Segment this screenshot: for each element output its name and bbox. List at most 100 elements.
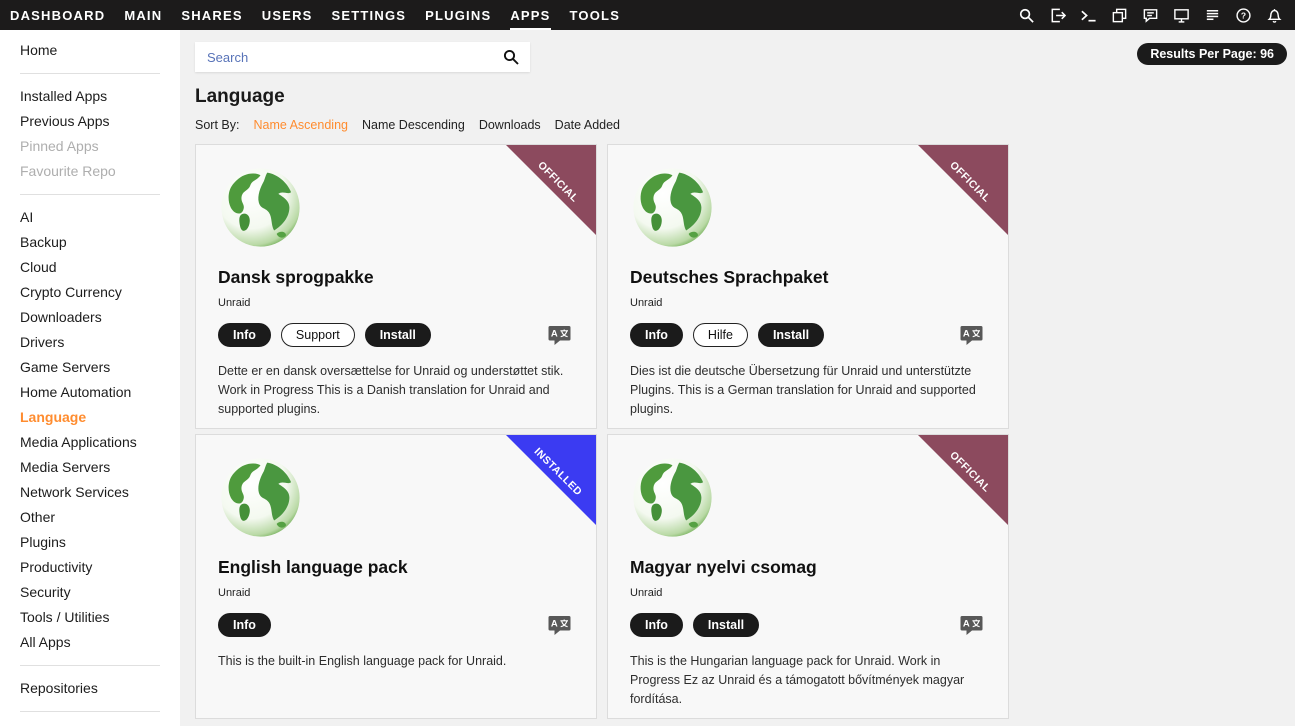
install-button[interactable]: Install: [365, 323, 431, 347]
app-description: Dies ist die deutsche Übersetzung für Un…: [630, 362, 988, 418]
sidebar-divider: [20, 73, 160, 74]
app-title[interactable]: Magyar nyelvi csomag: [630, 557, 988, 578]
app-description: Dette er en dansk oversættelse for Unrai…: [218, 362, 576, 418]
sidebar-divider: [20, 665, 160, 666]
official-ribbon: OFFICIAL: [918, 435, 1008, 525]
nav-item-dashboard[interactable]: DASHBOARD: [10, 0, 105, 30]
svg-text:?: ?: [1241, 10, 1246, 20]
sidebar-item-tools-utilities[interactable]: Tools / Utilities: [0, 605, 180, 630]
search-icon[interactable]: [1018, 7, 1035, 24]
sort-bar: Sort By: Name AscendingName DescendingDo…: [195, 118, 1289, 132]
app-author: Unraid: [218, 587, 576, 599]
app-title[interactable]: Deutsches Sprachpaket: [630, 267, 988, 288]
hilfe-button[interactable]: Hilfe: [693, 323, 748, 347]
sort-option-name-ascending[interactable]: Name Ascending: [253, 118, 348, 132]
info-button[interactable]: Info: [630, 613, 683, 637]
translate-icon: A: [547, 614, 572, 636]
info-button[interactable]: Info: [218, 613, 271, 637]
app-card-dansk-sprogpakke: OFFICIALDansk sprogpakkeUnraidInfoSuppor…: [195, 144, 597, 429]
copy-icon[interactable]: [1111, 7, 1128, 24]
svg-text:A: A: [963, 619, 970, 630]
sidebar-item-crypto-currency[interactable]: Crypto Currency: [0, 280, 180, 305]
official-ribbon: OFFICIAL: [918, 145, 1008, 235]
app-card-magyar-nyelvi-csomag: OFFICIALMagyar nyelvi csomagUnraidInfoIn…: [607, 434, 1009, 719]
search-icon[interactable]: [502, 48, 520, 66]
app-title[interactable]: English language pack: [218, 557, 576, 578]
sidebar-item-favourite-repo: Favourite Repo: [0, 159, 180, 184]
sidebar-item-drivers[interactable]: Drivers: [0, 330, 180, 355]
nav-item-shares[interactable]: SHARES: [181, 0, 242, 30]
globe-icon[interactable]: [218, 165, 303, 250]
app-description: This is the Hungarian language pack for …: [630, 652, 988, 708]
logout-icon[interactable]: [1049, 7, 1066, 24]
sidebar-item-media-servers[interactable]: Media Servers: [0, 455, 180, 480]
sidebar-item-productivity[interactable]: Productivity: [0, 555, 180, 580]
translate-icon: A: [547, 324, 572, 346]
sidebar-item-ai[interactable]: AI: [0, 205, 180, 230]
sidebar-item-network-services[interactable]: Network Services: [0, 480, 180, 505]
info-button[interactable]: Info: [218, 323, 271, 347]
sidebar-item-backup[interactable]: Backup: [0, 230, 180, 255]
results-per-page-badge[interactable]: Results Per Page: 96: [1137, 43, 1287, 65]
app-author: Unraid: [218, 297, 576, 309]
sidebar-item-cloud[interactable]: Cloud: [0, 255, 180, 280]
nav-item-plugins[interactable]: PLUGINS: [425, 0, 491, 30]
sidebar-divider: [20, 194, 160, 195]
nav-menu: DASHBOARD MAIN SHARES USERS SETTINGS PLUGINS A…: [10, 0, 620, 30]
translate-icon: A: [959, 324, 984, 346]
globe-icon[interactable]: [630, 165, 715, 250]
nav-item-users[interactable]: USERS: [262, 0, 313, 30]
nav-item-tools[interactable]: TOOLS: [570, 0, 621, 30]
sidebar-item-media-applications[interactable]: Media Applications: [0, 430, 180, 455]
translate-icon: A: [959, 614, 984, 636]
sidebar-item-other[interactable]: Other: [0, 505, 180, 530]
sidebar-item-all-apps[interactable]: All Apps: [0, 630, 180, 655]
terminal-icon[interactable]: [1080, 7, 1097, 24]
sort-option-name-descending[interactable]: Name Descending: [362, 118, 465, 132]
ribbon-label: OFFICIAL: [922, 144, 1009, 230]
app-actions: Info A: [218, 613, 576, 637]
ribbon-label: INSTALLED: [510, 434, 597, 520]
sidebar-item-language[interactable]: Language: [0, 405, 180, 430]
sidebar-item-repositories[interactable]: Repositories: [0, 676, 180, 701]
sidebar-item-previous-apps[interactable]: Previous Apps: [0, 109, 180, 134]
nav-icons: ?: [1018, 7, 1283, 24]
page-layout: HomeInstalled AppsPrevious AppsPinned Ap…: [0, 30, 1295, 726]
sidebar-item-settings[interactable]: Settings: [0, 722, 180, 726]
nav-item-main[interactable]: MAIN: [124, 0, 162, 30]
app-title[interactable]: Dansk sprogpakke: [218, 267, 576, 288]
sidebar-item-security[interactable]: Security: [0, 580, 180, 605]
search-input[interactable]: [207, 50, 502, 65]
search-box: [195, 42, 530, 72]
help-icon[interactable]: ?: [1235, 7, 1252, 24]
sidebar-item-game-servers[interactable]: Game Servers: [0, 355, 180, 380]
svg-text:A: A: [963, 329, 970, 340]
sort-option-downloads[interactable]: Downloads: [479, 118, 541, 132]
sidebar: HomeInstalled AppsPrevious AppsPinned Ap…: [0, 30, 180, 726]
display-icon[interactable]: [1173, 7, 1190, 24]
installed-ribbon: INSTALLED: [506, 435, 596, 525]
nav-item-settings[interactable]: SETTINGS: [332, 0, 407, 30]
info-button[interactable]: Info: [630, 323, 683, 347]
sidebar-item-installed-apps[interactable]: Installed Apps: [0, 84, 180, 109]
sidebar-item-home-automation[interactable]: Home Automation: [0, 380, 180, 405]
nav-item-apps[interactable]: APPS: [510, 0, 550, 30]
toolbar-row: Results Per Page: 96: [195, 42, 1289, 72]
install-button[interactable]: Install: [758, 323, 824, 347]
support-button[interactable]: Support: [281, 323, 355, 347]
globe-icon[interactable]: [218, 455, 303, 540]
sidebar-divider: [20, 711, 160, 712]
ribbon-label: OFFICIAL: [922, 434, 1009, 520]
app-card-english-language-pack: INSTALLED English language pack Unraid Info…: [195, 434, 597, 719]
log-icon[interactable]: [1204, 7, 1221, 24]
app-card-deutsches-sprachpaket: OFFICIALDeutsches SprachpaketUnraidInfoH…: [607, 144, 1009, 429]
app-description: This is the built-in English language pa…: [218, 652, 576, 671]
sidebar-item-downloaders[interactable]: Downloaders: [0, 305, 180, 330]
globe-icon[interactable]: [630, 455, 715, 540]
sidebar-item-plugins[interactable]: Plugins: [0, 530, 180, 555]
install-button[interactable]: Install: [693, 613, 759, 637]
sort-option-date-added[interactable]: Date Added: [555, 118, 620, 132]
notifications-icon[interactable]: [1266, 7, 1283, 24]
feedback-icon[interactable]: [1142, 7, 1159, 24]
sidebar-item-home[interactable]: Home: [0, 38, 180, 63]
